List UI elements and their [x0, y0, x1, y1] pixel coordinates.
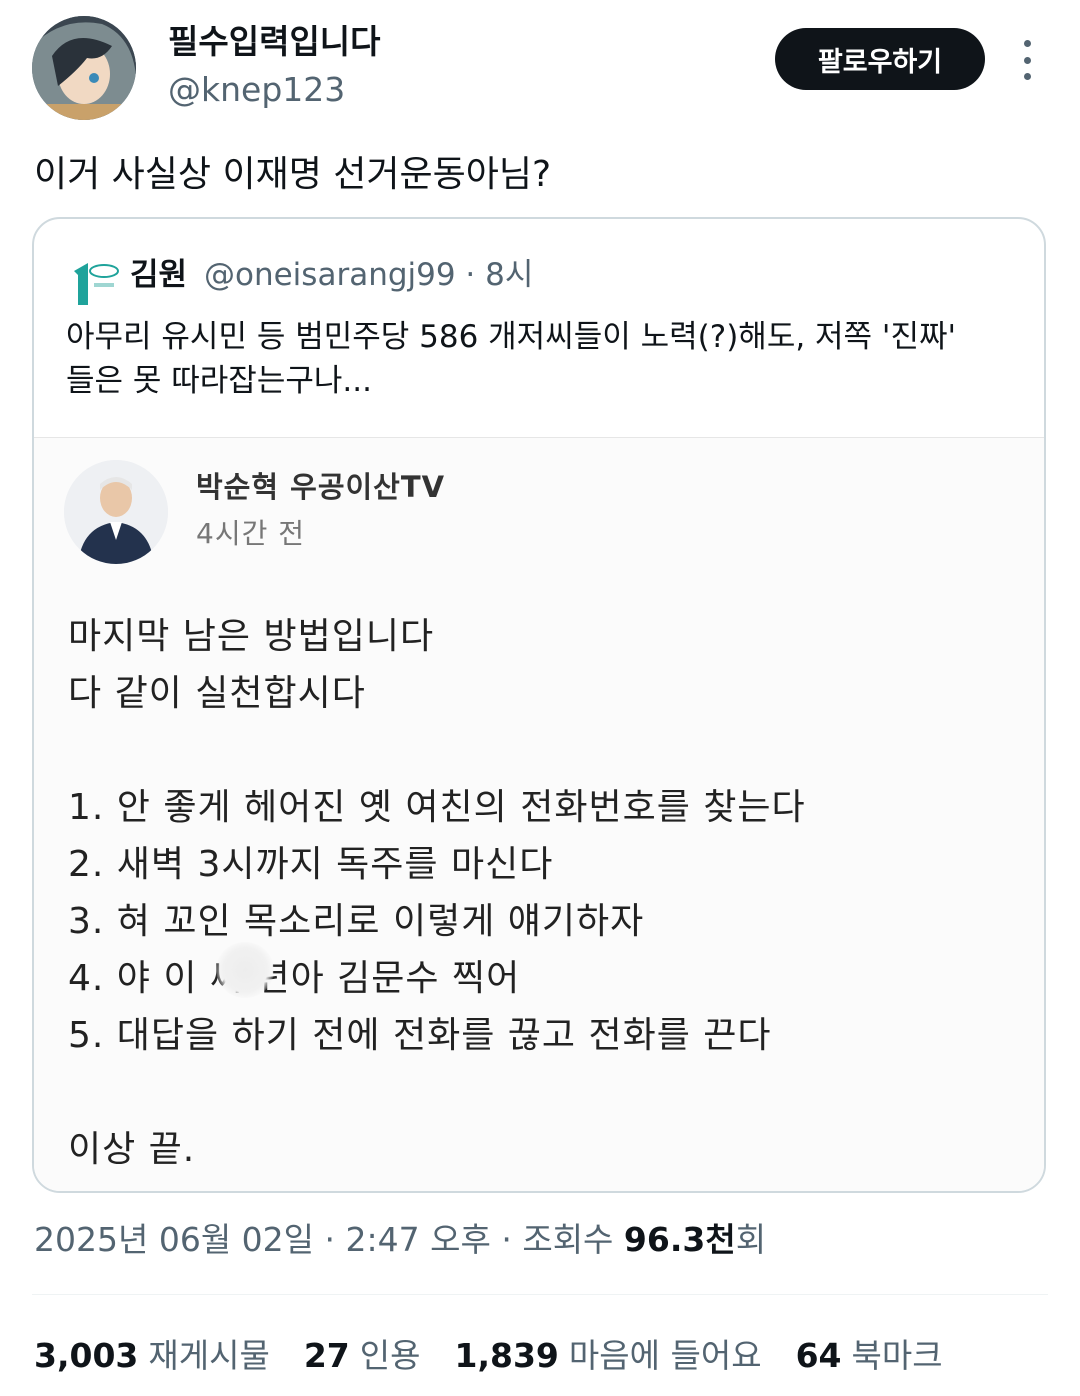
quote-author-name[interactable]: 김원	[130, 253, 187, 297]
image-body-line: 2. 새벽 3시까지 독주를 마신다	[68, 844, 554, 885]
poster-time: 4시간 전	[196, 517, 305, 550]
views-value: 96.3천	[623, 1220, 736, 1259]
quotes-label: 인용	[359, 1336, 421, 1375]
likes-label: 마음에 들어요	[568, 1336, 762, 1375]
image-post-body: 마지막 남은 방법입니다 다 같이 실천합시다 1. 안 좋게 헤어진 옛 여친…	[68, 608, 806, 1178]
likes-stat[interactable]: 1,839 마음에 들어요	[455, 1332, 762, 1380]
views-suffix: 회	[735, 1220, 767, 1259]
author-display-name[interactable]: 필수입력입니다	[168, 20, 381, 64]
quote-text: 아무리 유시민 등 범민주당 586 개저씨들이 노력(?)해도, 저쪽 '진짜…	[66, 315, 1026, 403]
poster-name: 박순혁 우공이산TV	[196, 470, 446, 504]
image-body-line: 다 같이 실천합시다	[68, 673, 366, 714]
author-avatar[interactable]	[32, 16, 136, 120]
quote-handle-time[interactable]: @oneisarangj99 · 8시	[204, 253, 533, 297]
censor-blur	[216, 942, 274, 998]
quote-text-line: 들은 못 따라잡는구나...	[66, 363, 372, 399]
tweet-meta: 2025년 06월 02일 · 2:47 오후 · 조회수 96.3천회	[34, 1220, 767, 1259]
image-body-line: 3. 혀 꼬인 목소리로 이렇게 얘기하자	[68, 901, 645, 942]
bookmarks-label: 북마크	[851, 1336, 943, 1375]
bookmarks-stat[interactable]: 64 북마크	[796, 1332, 943, 1380]
quotes-count: 27	[303, 1336, 350, 1375]
image-body-line: 5. 대답을 하기 전에 전화를 끊고 전화를 끈다	[68, 1015, 772, 1056]
quote-avatar-logo-icon[interactable]	[66, 255, 122, 311]
quoted-tweet-card[interactable]: 김원 @oneisarangj99 · 8시 아무리 유시민 등 범민주당 58…	[32, 217, 1046, 1193]
views-label: 조회수	[522, 1220, 614, 1259]
image-body-line: 4. 야 이 씨 년아 김문수 찍어	[68, 958, 521, 999]
more-options-icon[interactable]	[1014, 40, 1040, 80]
image-body-line: 1. 안 좋게 헤어진 옛 여친의 전화번호를 찾는다	[68, 787, 806, 828]
image-body-blank	[68, 1064, 806, 1121]
tweet-date[interactable]: 2025년 06월 02일	[34, 1220, 314, 1259]
tweet-text: 이거 사실상 이재명 선거운동아님?	[34, 154, 552, 195]
reposts-label: 재게시물	[148, 1336, 270, 1375]
bookmarks-count: 64	[795, 1336, 842, 1375]
image-body-line: 마지막 남은 방법입니다	[68, 616, 435, 657]
engagement-stats: 3,003 재게시물 27 인용 1,839 마음에 들어요 64 북마크	[34, 1332, 977, 1380]
poster-avatar	[64, 460, 168, 564]
quote-text-line: 아무리 유시민 등 범민주당 586 개저씨들이 노력(?)해도, 저쪽 '진짜…	[66, 319, 957, 355]
follow-button[interactable]: 팔로우하기	[775, 28, 985, 90]
reposts-count: 3,003	[34, 1336, 139, 1375]
likes-count: 1,839	[454, 1336, 559, 1375]
quotes-stat[interactable]: 27 인용	[304, 1332, 421, 1380]
image-body-blank	[68, 722, 806, 779]
tweet-time[interactable]: 2:47 오후	[346, 1220, 491, 1259]
quoted-screenshot-image[interactable]: 박순혁 우공이산TV 4시간 전 마지막 남은 방법입니다 다 같이 실천합시다…	[34, 437, 1044, 1191]
image-body-line: 이상 끝.	[68, 1129, 196, 1170]
reposts-stat[interactable]: 3,003 재게시물	[34, 1332, 270, 1380]
divider	[32, 1294, 1048, 1295]
author-handle[interactable]: @knep123	[168, 68, 345, 112]
